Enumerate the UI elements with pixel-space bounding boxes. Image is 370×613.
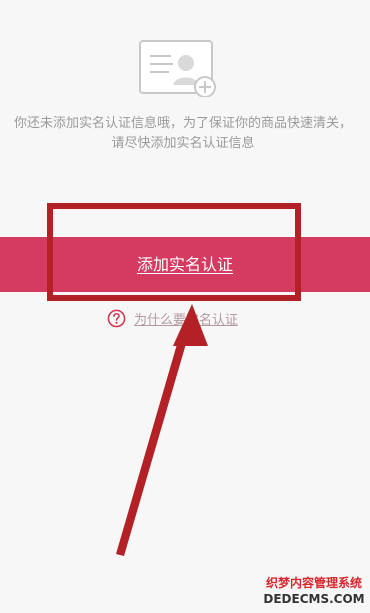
message-line-2: 请尽快添加实名认证信息 [111, 136, 255, 151]
why-verification-label: 为什么要实名认证 [134, 312, 239, 328]
question-circle-icon [107, 309, 126, 327]
watermark-line-1: 织梦内容管理系统 [265, 576, 362, 590]
watermark: 织梦内容管理系统 DEDECMS.COM [258, 577, 370, 605]
watermark-line-2: DEDECMS.COM [263, 592, 365, 606]
id-card-add-icon [139, 40, 216, 97]
why-verification-link[interactable]: 为什么要实名认证 [107, 307, 238, 329]
annotation-arrow-shaft [116, 327, 190, 556]
empty-state-message: 你还未添加实名认证信息哦，为了保证你的商品快速清关， 请尽快添加实名认证信息 [0, 114, 370, 154]
add-real-name-verification-button[interactable]: 添加实名认证 [0, 237, 370, 292]
message-line-1: 你还未添加实名认证信息哦，为了保证你的商品快速清关， [13, 116, 352, 131]
